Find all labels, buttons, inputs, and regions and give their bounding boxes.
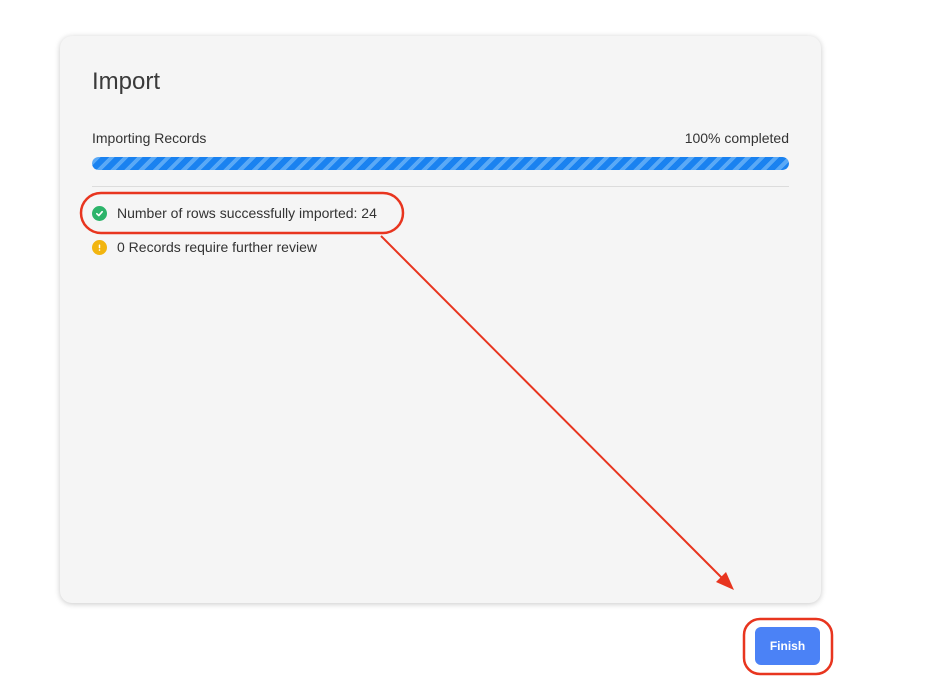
success-summary: Number of rows successfully imported: 24 [92,205,377,221]
dialog-title: Import [92,68,161,95]
divider [92,186,789,187]
progress-label: Importing Records [92,130,207,146]
success-summary-text: Number of rows successfully imported: 24 [117,205,377,221]
progress-bar [92,157,789,170]
check-circle-icon [92,205,107,221]
review-summary: 0 Records require further review [92,239,317,255]
progress-status: 100% completed [684,130,789,146]
progress-bar-fill [92,157,789,170]
import-dialog: Import Importing Records 100% completed … [60,36,821,603]
warning-circle-icon [92,239,107,255]
review-summary-text: 0 Records require further review [117,239,317,255]
finish-button[interactable]: Finish [755,627,820,665]
page: Import Importing Records 100% completed … [0,0,934,688]
